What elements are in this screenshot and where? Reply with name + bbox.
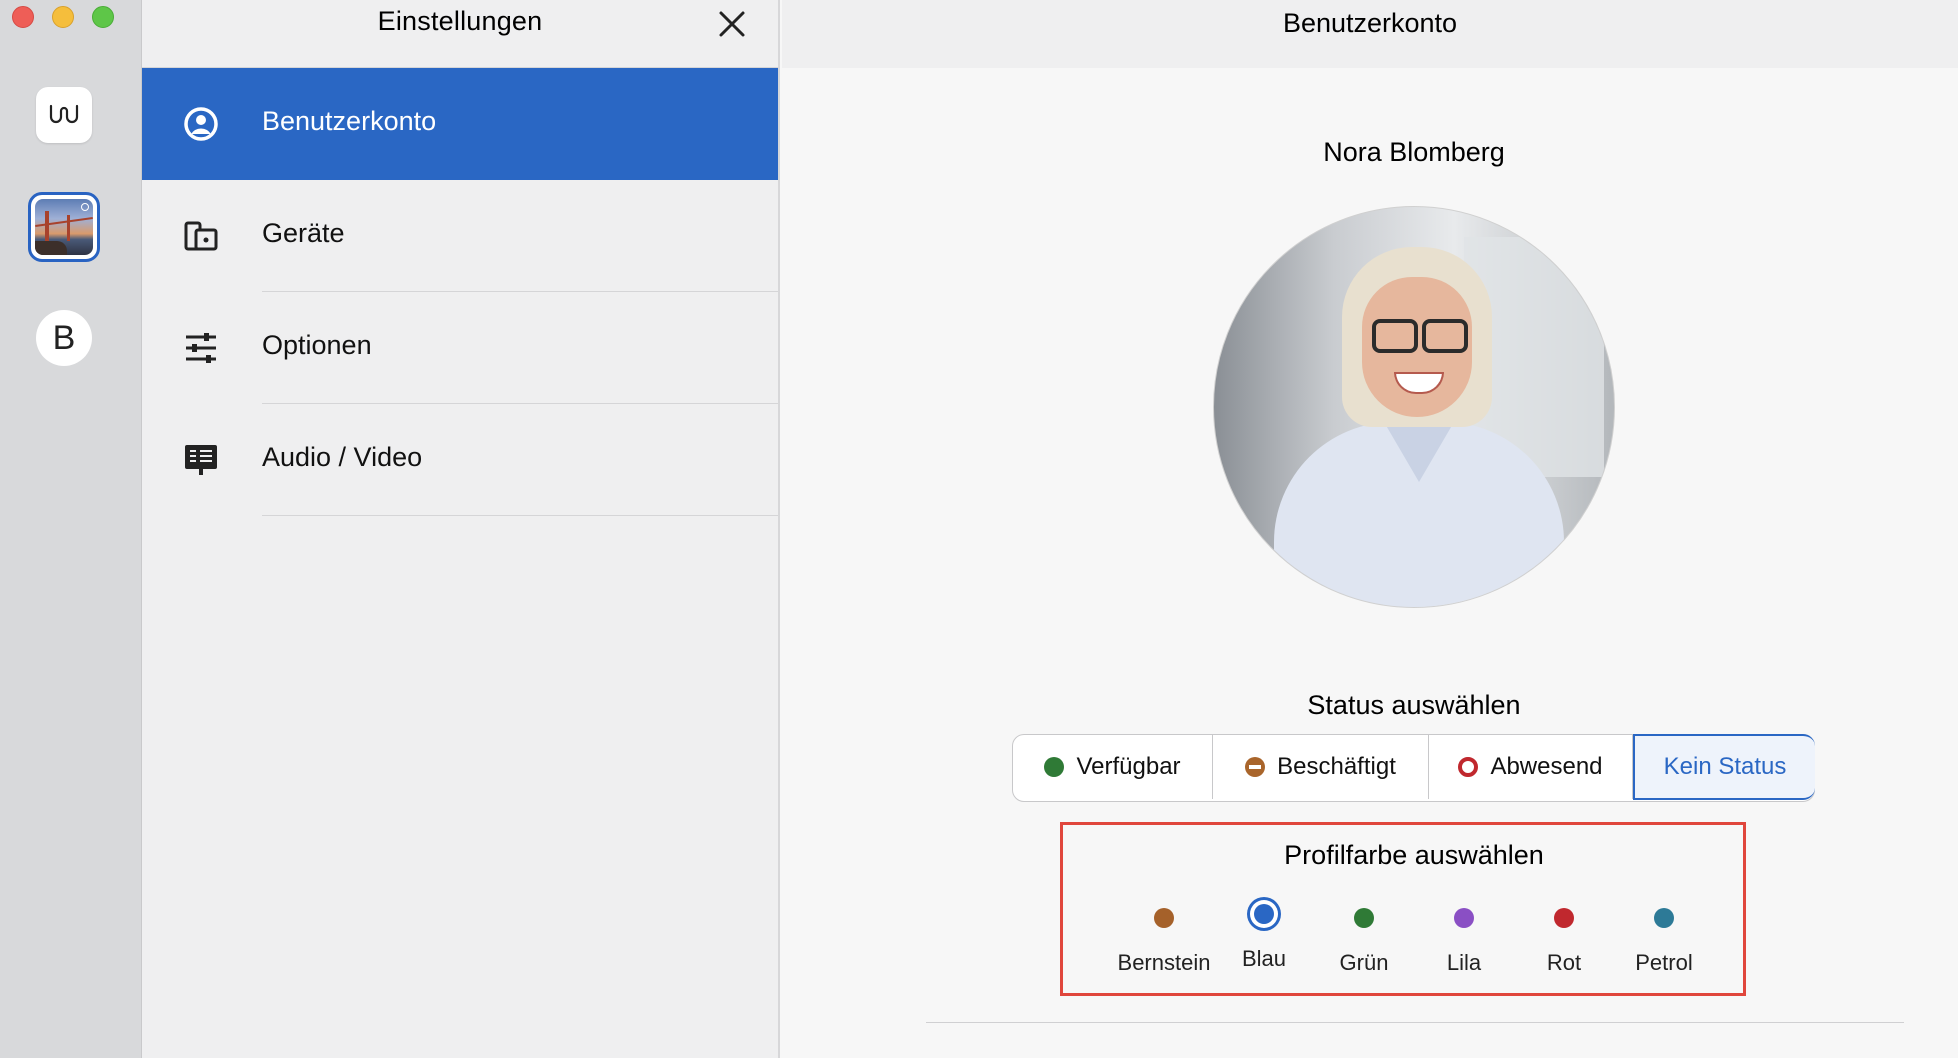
color-dot — [1454, 908, 1474, 928]
settings-sidebar: Einstellungen Benutzerkonto Geräte Optio… — [142, 0, 780, 1058]
account-w[interactable] — [36, 87, 92, 143]
user-circle-icon — [184, 107, 218, 141]
section-divider — [926, 1022, 1904, 1023]
wire-logo-icon — [49, 104, 79, 124]
sidebar-item-label: Geräte — [262, 218, 345, 248]
account-b[interactable]: B — [36, 310, 92, 366]
status-section-title: Status auswählen — [1307, 690, 1521, 720]
available-dot-icon — [1044, 757, 1065, 777]
status-label: Abwesend — [1490, 753, 1603, 780]
user-name: Nora Blomberg — [1323, 137, 1505, 167]
color-option-blau[interactable]: Blau — [1214, 900, 1314, 972]
page-title: Benutzerkonto — [1282, 8, 1458, 38]
sidebar-item-audio-video[interactable]: Audio / Video — [142, 404, 778, 516]
away-ring-icon — [1458, 757, 1479, 777]
divider — [262, 515, 778, 516]
sidebar-item-geraete[interactable]: Geräte — [142, 180, 778, 292]
color-label: Bernstein — [1117, 950, 1211, 975]
color-option-gruen[interactable]: Grün — [1314, 900, 1414, 976]
status-none-button[interactable]: Kein Status — [1633, 734, 1815, 800]
window-close-button[interactable] — [12, 6, 34, 28]
color-option-lila[interactable]: Lila — [1414, 900, 1514, 976]
color-label: Grün — [1339, 950, 1389, 975]
sidebar-item-label: Benutzerkonto — [262, 106, 437, 136]
color-label: Rot — [1546, 950, 1582, 975]
status-label: Beschäftigt — [1277, 753, 1396, 780]
status-away-button[interactable]: Abwesend — [1429, 735, 1633, 799]
monitor-icon — [185, 445, 217, 475]
color-label: Blau — [1241, 946, 1287, 971]
devices-icon — [184, 221, 218, 251]
color-dot — [1654, 908, 1674, 928]
sidebar-item-optionen[interactable]: Optionen — [142, 292, 778, 404]
color-dot-selected — [1254, 904, 1274, 924]
status-label: Verfügbar — [1076, 753, 1181, 780]
status-selector: Verfügbar Beschäftigt Abwesend Kein Stat… — [1012, 734, 1815, 802]
account-initial: B — [52, 318, 76, 357]
profile-avatar[interactable] — [1213, 206, 1615, 608]
window-zoom-button[interactable] — [92, 6, 114, 28]
color-label: Lila — [1446, 950, 1482, 975]
sidebar-header: Einstellungen — [142, 0, 778, 68]
status-available-button[interactable]: Verfügbar — [1013, 735, 1213, 799]
close-icon[interactable] — [712, 4, 752, 44]
color-option-petrol[interactable]: Petrol — [1614, 900, 1714, 976]
profile-color-title: Profilfarbe auswählen — [1284, 840, 1544, 870]
color-dot — [1354, 908, 1374, 928]
color-option-rot[interactable]: Rot — [1514, 900, 1614, 976]
color-label: Petrol — [1635, 950, 1693, 975]
sidebar-item-label: Audio / Video — [262, 442, 423, 472]
bridge-photo-avatar — [35, 199, 93, 255]
main-header: Benutzerkonto — [782, 0, 1958, 68]
sidebar-item-label: Optionen — [262, 330, 372, 360]
busy-dot-icon — [1245, 757, 1266, 777]
window-minimize-button[interactable] — [52, 6, 74, 28]
color-dot — [1554, 908, 1574, 928]
account-photo[interactable] — [28, 192, 100, 262]
color-dot — [1154, 908, 1174, 928]
color-option-bernstein[interactable]: Bernstein — [1114, 900, 1214, 976]
status-label: Kein Status — [1663, 753, 1787, 780]
status-busy-button[interactable]: Beschäftigt — [1213, 735, 1429, 799]
account-switcher-bar: B — [0, 0, 142, 1058]
sliders-icon — [186, 333, 216, 363]
sidebar-item-benutzerkonto[interactable]: Benutzerkonto — [142, 68, 778, 180]
sidebar-title: Einstellungen — [377, 6, 543, 36]
